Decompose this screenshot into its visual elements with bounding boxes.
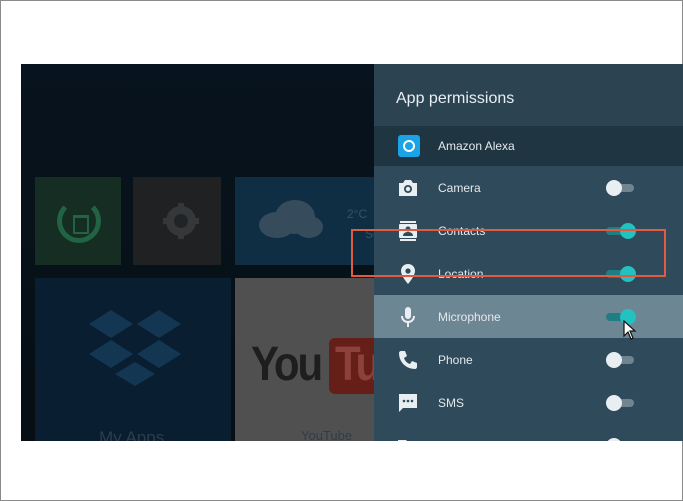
mouse-cursor-icon	[623, 320, 637, 340]
toggle-knob	[606, 395, 622, 411]
permission-label-phone: Phone	[438, 353, 473, 367]
alexa-icon	[398, 135, 420, 157]
focus-highlight	[351, 229, 666, 277]
camera-icon	[399, 180, 417, 196]
window-frame: 2°C Sea My Apps You Tub	[0, 0, 683, 501]
microphone-icon	[401, 307, 415, 327]
permission-row-sms[interactable]: SMS	[374, 381, 683, 424]
permission-row-phone[interactable]: Phone	[374, 338, 683, 381]
toggle-knob	[606, 180, 622, 196]
app-header-row: Amazon Alexa	[374, 126, 683, 166]
storage-toggle[interactable]	[606, 438, 634, 441]
sms-icon	[399, 394, 417, 412]
panel-header: App permissions	[374, 64, 683, 126]
permission-row-camera[interactable]: Camera	[374, 166, 683, 209]
sms-toggle[interactable]	[606, 395, 634, 411]
panel-title: App permissions	[396, 90, 515, 107]
permission-label-microphone: Microphone	[438, 310, 501, 324]
folder-icon	[398, 440, 407, 441]
permission-label-sms: SMS	[438, 396, 465, 410]
toggle-knob	[606, 352, 622, 368]
permission-label-camera: Camera	[438, 181, 481, 195]
app-name: Amazon Alexa	[438, 139, 515, 153]
phone-toggle[interactable]	[606, 352, 634, 368]
camera-toggle[interactable]	[606, 180, 634, 196]
phone-icon	[399, 351, 417, 369]
toggle-knob	[606, 438, 622, 441]
permission-row-storage-partial[interactable]	[374, 424, 683, 441]
